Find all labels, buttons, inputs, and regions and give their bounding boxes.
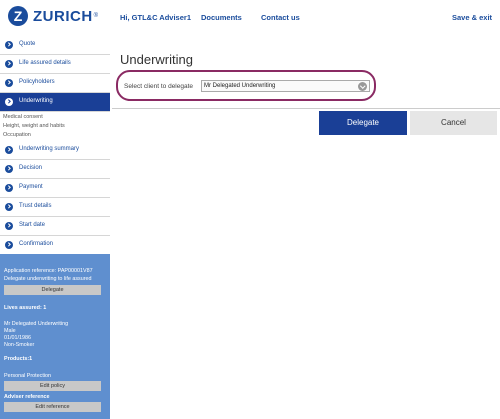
panel-delegate-button[interactable]: Delegate — [4, 285, 101, 295]
sidebar-item-trust-details[interactable]: Trust details — [0, 198, 110, 217]
brand-name: ZURICH — [33, 7, 93, 25]
life-assured-dob: 01/01/1986 — [4, 335, 31, 341]
sidebar-item-payment[interactable]: Payment — [0, 179, 110, 198]
chevron-right-icon — [5, 184, 13, 192]
sidebar-item-label: Policyholders — [19, 79, 55, 85]
chevron-right-icon — [5, 203, 13, 211]
chevron-right-icon — [5, 98, 13, 106]
chevron-right-icon — [5, 222, 13, 230]
chevron-right-icon — [5, 41, 13, 49]
registered-mark: ® — [93, 13, 99, 19]
sidebar-item-confirmation[interactable]: Confirmation — [0, 236, 110, 255]
chevron-right-icon — [5, 60, 13, 68]
edit-reference-button[interactable]: Edit reference — [4, 402, 101, 412]
select-client-label: Select client to delegate — [124, 83, 194, 90]
sidebar-item-label: Confirmation — [19, 241, 54, 247]
sidebar-item-life-assured-details[interactable]: Life assured details — [0, 55, 110, 74]
sidebar-item-label: Decision — [19, 165, 43, 171]
sub-item-occupation[interactable]: Occupation — [3, 132, 31, 138]
delegate-client-row: Select client to delegate Mr Delegated U… — [116, 70, 376, 101]
life-assured-smoker: Non-Smoker — [4, 342, 35, 348]
documents-link[interactable]: Documents — [201, 13, 242, 22]
top-header: ZURICH ® Hi, GTL&C Adviser1 Documents Co… — [0, 0, 500, 36]
sidebar-item-underwriting-summary[interactable]: Underwriting summary — [0, 141, 110, 160]
adviser-reference-heading: Adviser reference — [4, 394, 50, 400]
chevron-right-icon — [5, 165, 13, 173]
sidebar-item-label: Trust details — [19, 203, 52, 209]
sidebar-item-label: Start date — [19, 222, 46, 228]
save-exit-link[interactable]: Save & exit — [452, 13, 492, 22]
page-title: Underwriting — [120, 52, 193, 67]
sidebar-item-decision[interactable]: Decision — [0, 160, 110, 179]
chevron-down-icon[interactable] — [358, 82, 367, 91]
sidebar-item-start-date[interactable]: Start date — [0, 217, 110, 236]
products-heading: Products:1 — [4, 356, 33, 362]
sidebar-item-quote[interactable]: Quote — [0, 36, 110, 55]
sidebar-item-label: Quote — [19, 41, 36, 47]
life-assured-name: Mr Delegated Underwriting — [4, 321, 69, 327]
application-summary-panel: Application reference: PAP00001V87 Deleg… — [0, 254, 110, 419]
chevron-right-icon — [5, 79, 13, 87]
product-name: Personal Protection — [4, 373, 52, 379]
sidebar-item-label: Payment — [19, 184, 43, 190]
client-select-value: Mr Delegated Underwriting — [204, 83, 276, 89]
contact-us-link[interactable]: Contact us — [261, 13, 300, 22]
sub-item-height-weight-habits[interactable]: Height, weight and habits — [3, 123, 65, 129]
zurich-logo[interactable]: ZURICH ® — [8, 6, 98, 26]
sidebar-item-policyholders[interactable]: Policyholders — [0, 74, 110, 93]
sidebar-item-label: Underwriting summary — [19, 146, 80, 152]
sidebar-item-label: Life assured details — [19, 60, 71, 66]
cancel-button[interactable]: Cancel — [410, 111, 497, 135]
chevron-right-icon — [5, 146, 13, 154]
sub-item-medical-consent[interactable]: Medical consent — [3, 114, 43, 120]
client-select[interactable]: Mr Delegated Underwriting — [201, 80, 370, 92]
lives-assured-heading: Lives assured: 1 — [4, 305, 47, 311]
sidebar-item-underwriting[interactable]: Underwriting — [0, 93, 110, 112]
sidebar-item-label: Underwriting — [19, 98, 53, 104]
life-assured-gender: Male — [4, 328, 16, 334]
divider — [112, 108, 500, 109]
zurich-logo-icon — [8, 6, 28, 26]
chevron-right-icon — [5, 241, 13, 249]
application-reference: Application reference: PAP00001V87 — [4, 268, 93, 274]
delegate-button[interactable]: Delegate — [319, 111, 407, 135]
user-greeting[interactable]: Hi, GTL&C Adviser1 — [120, 13, 191, 22]
delegate-note: Delegate underwriting to life assured — [4, 276, 92, 282]
edit-policy-button[interactable]: Edit policy — [4, 381, 101, 391]
